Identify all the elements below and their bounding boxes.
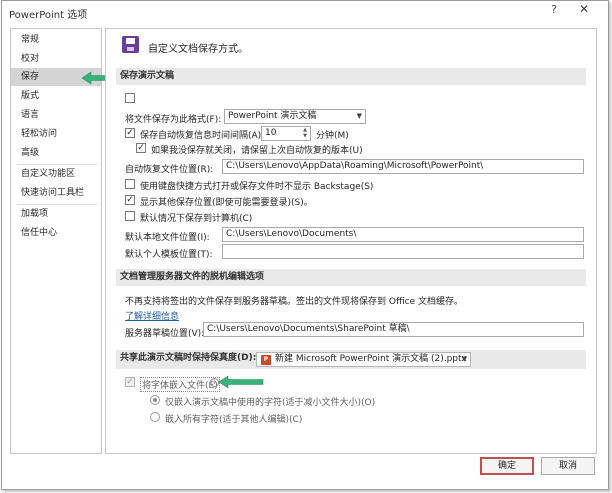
spin-arrows-icon[interactable]: ▲ ▼	[301, 127, 309, 140]
show-more-locations-label: 显示其他保存位置(即使可能需要登录)(S)。	[140, 198, 313, 208]
no-backstage-checkbox[interactable]	[125, 179, 135, 189]
save-format-label: 将文件保存为此格式(F):	[125, 115, 222, 125]
cancel-button[interactable]: 取消	[541, 457, 595, 475]
autorecover-interval-spinner[interactable]: 10 ▲ ▼	[261, 126, 311, 141]
sidebar: 常规 校对 保存 版式 语言 轻松访问 高级 自定义功能区 快速访问工具栏 加载…	[10, 28, 102, 454]
section-header-save-presentations: 保存演示文稿	[116, 68, 586, 85]
learn-more-link[interactable]: 了解详细信息	[125, 309, 179, 322]
chevron-down-icon: ▼	[461, 355, 467, 363]
presentation-select-dropdown[interactable]: P 新建 Microsoft PowerPoint 演示文稿 (2).pptx …	[256, 352, 471, 367]
keep-last-version-label: 如果我没保存就关闭，请保留上次自动恢复的版本(U)	[151, 146, 363, 156]
chevron-down-icon: ▼	[356, 112, 362, 120]
sidebar-item-trust-center[interactable]: 信任中心	[11, 224, 101, 242]
autorecover-label: 保存自动恢复信息时间间隔(A)	[140, 131, 262, 141]
sidebar-item-accessibility[interactable]: 轻松访问	[11, 125, 101, 143]
sidebar-item-language[interactable]: 语言	[11, 106, 101, 124]
page-title: 自定义文档保存方式。	[148, 44, 248, 55]
sidebar-item-advanced[interactable]: 高级	[11, 144, 101, 162]
embed-all-chars-radio[interactable]	[150, 412, 160, 422]
sidebar-item-proofing[interactable]: 校对	[11, 50, 101, 68]
save-format-dropdown[interactable]: PowerPoint 演示文稿 ▼	[224, 109, 366, 124]
presentation-select-value: 新建 Microsoft PowerPoint 演示文稿 (2).pptx	[275, 354, 467, 364]
window-title: PowerPoint 选项	[9, 10, 88, 21]
embed-all-chars-label: 嵌入所有字符(适于其他人编辑)(C)	[165, 415, 303, 425]
save-options-panel: 自定义文档保存方式。 保存演示文稿 将文件保存为此格式(F): PowerPoi…	[105, 28, 597, 454]
sidebar-item-quick-access-toolbar[interactable]: 快速访问工具栏	[11, 184, 101, 202]
autorecover-checkbox[interactable]: ✓	[125, 128, 135, 138]
embed-used-chars-radio[interactable]	[150, 395, 160, 405]
local-file-location-input[interactable]: C:\Users\Lenovo\Documents\	[222, 227, 584, 242]
save-format-value: PowerPoint 演示文稿	[228, 111, 317, 121]
blank-checkbox[interactable]	[125, 93, 135, 103]
show-more-locations-checkbox[interactable]: ✓	[125, 195, 135, 205]
autorecover-location-input[interactable]: C:\Users\Lenovo\AppData\Roaming\Microsof…	[222, 159, 584, 174]
keep-last-version-checkbox[interactable]: ✓	[136, 143, 146, 153]
sidebar-item-customize-ribbon[interactable]: 自定义功能区	[11, 165, 101, 183]
default-save-to-computer-checkbox[interactable]	[125, 211, 135, 221]
embed-fonts-label: 将字体嵌入文件(E)	[140, 377, 220, 392]
server-drafts-location-input[interactable]: C:\Users\Lenovo\Documents\SharePoint 草稿\	[203, 322, 584, 337]
sidebar-item-addins[interactable]: 加载项	[11, 205, 101, 223]
sidebar-item-general[interactable]: 常规	[11, 31, 101, 49]
autorecover-location-label: 自动恢复文件位置(R):	[125, 165, 214, 175]
help-icon[interactable]: ?	[544, 2, 564, 18]
embed-used-chars-label: 仅嵌入演示文稿中使用的字符(适于减小文件大小)(O)	[165, 398, 376, 408]
personal-template-location-input[interactable]	[222, 244, 584, 259]
fidelity-label: 共享此演示文稿时保持保真度(D):	[120, 353, 257, 363]
interval-value: 10	[265, 128, 277, 138]
server-drafts-location-label: 服务器草稿位置(V):	[125, 329, 205, 339]
local-file-location-label: 默认本地文件位置(I):	[125, 233, 210, 243]
pptx-file-icon: P	[261, 355, 271, 365]
ok-button[interactable]: 确定	[480, 457, 534, 475]
no-backstage-label: 使用键盘快捷方式打开或保存文件时不显示 Backstage(S)	[140, 182, 374, 192]
section-header-offline-editing: 文档管理服务器文件的脱机编辑选项	[116, 269, 586, 286]
annotation-arrow-icon	[218, 375, 264, 389]
title-bar: PowerPoint 选项 ? ✕	[2, 1, 608, 25]
save-icon	[122, 36, 139, 53]
embed-fonts-checkbox[interactable]: ✓	[125, 377, 135, 387]
sidebar-item-layout[interactable]: 版式	[11, 87, 101, 105]
personal-template-location-label: 默认个人模板位置(T):	[125, 250, 213, 260]
offline-description: 不再支持将签出的文件保存到服务器草稿。签出的文件现将保存到 Office 文档缓…	[125, 297, 463, 307]
default-save-to-computer-label: 默认情况下保存到计算机(C)	[140, 214, 253, 224]
options-dialog: PowerPoint 选项 ? ✕ 常规 校对 保存 版式 语言 轻松访问 高级…	[1, 0, 609, 490]
minutes-label: 分钟(M)	[316, 131, 349, 141]
close-icon[interactable]: ✕	[574, 2, 594, 18]
